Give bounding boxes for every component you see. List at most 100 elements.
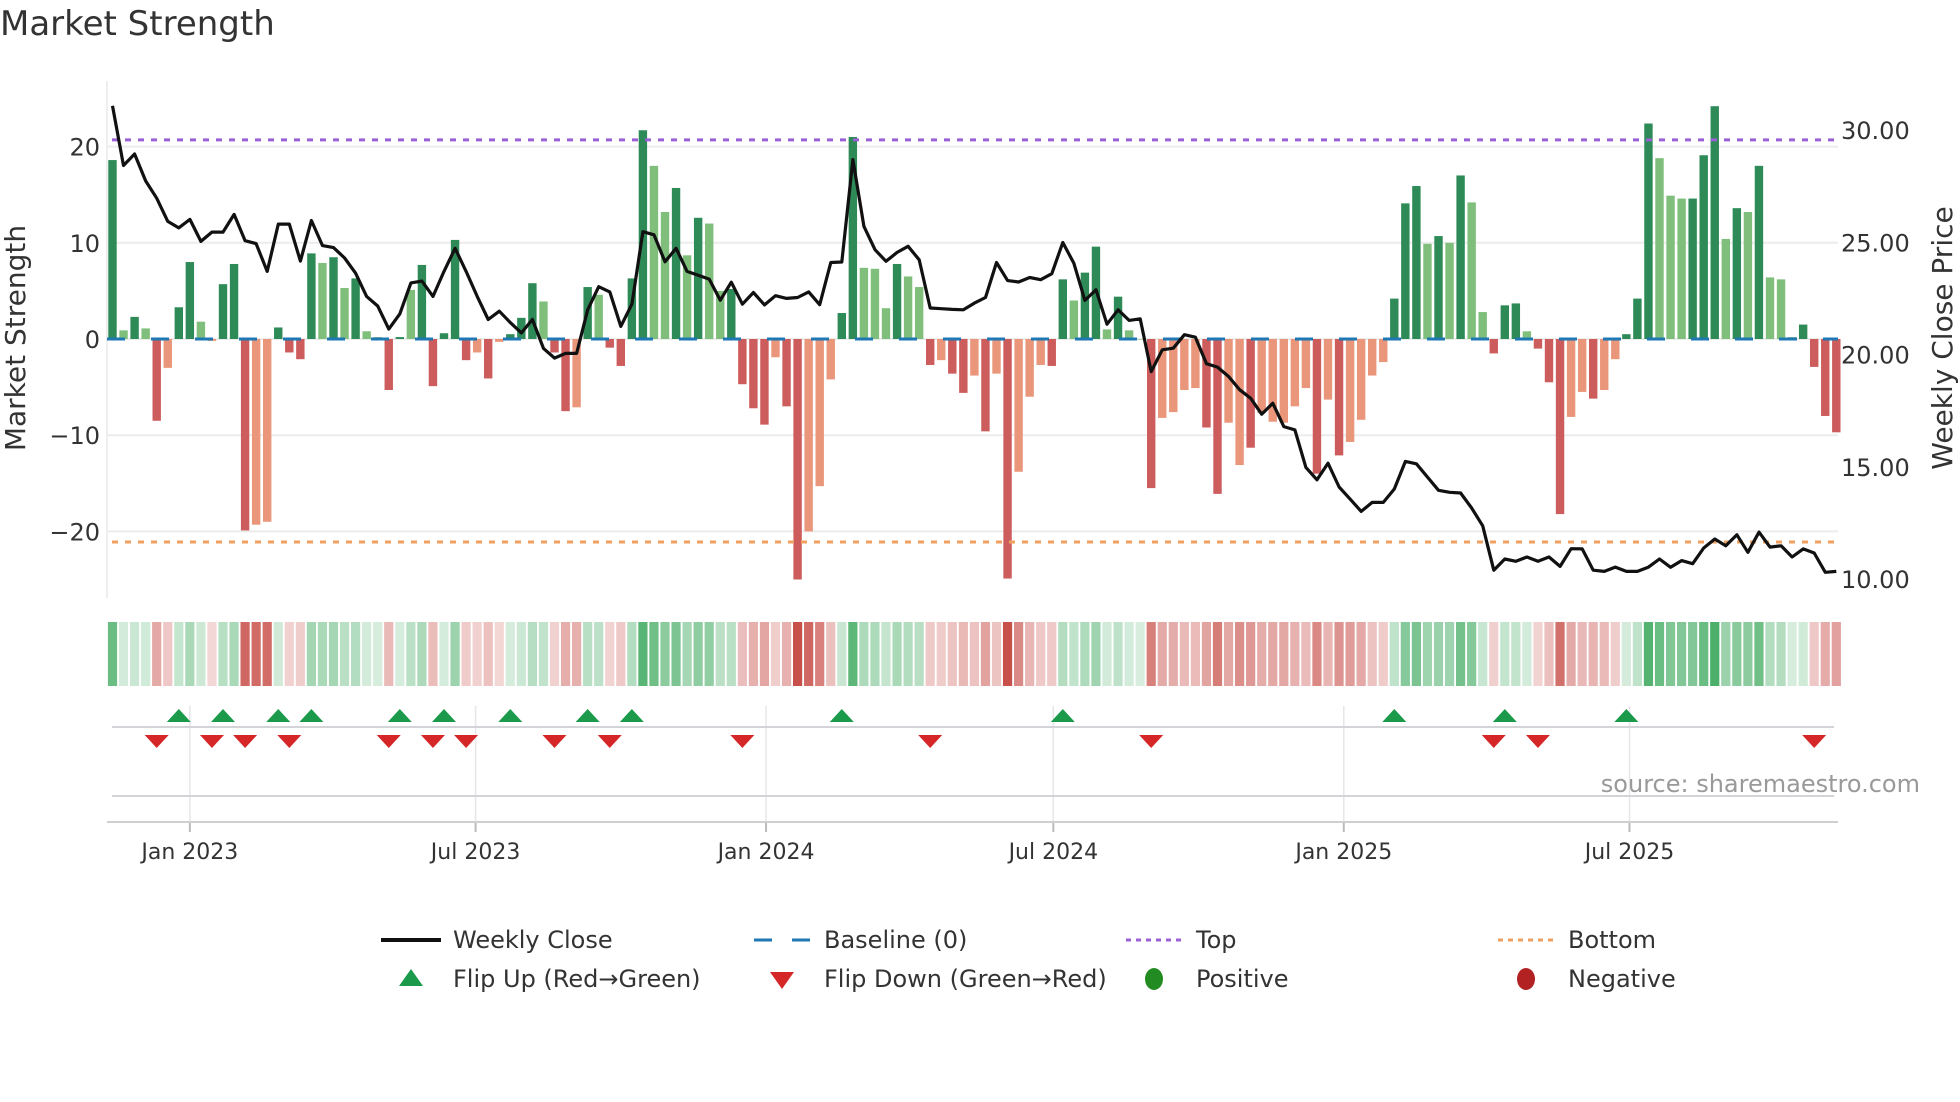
strength-bar — [561, 339, 570, 412]
strength-bar — [1754, 165, 1764, 339]
strip-cell — [1378, 622, 1388, 686]
strength-bar — [1202, 339, 1211, 428]
strip-cell — [1014, 622, 1024, 686]
strength-bar — [671, 187, 681, 339]
strip-cell — [848, 622, 858, 686]
strength-bar — [1832, 339, 1841, 433]
strip-cell — [516, 622, 526, 686]
strip-cell — [1555, 622, 1565, 686]
strip-cell — [1069, 622, 1079, 686]
strip-cell — [1058, 622, 1068, 686]
strip-cell — [1688, 622, 1698, 686]
strip-cell — [804, 622, 814, 686]
y-tick-label: −20 — [49, 518, 100, 546]
flip-up-marker — [575, 709, 600, 722]
strength-bar — [285, 339, 294, 353]
flip-down-marker — [420, 735, 445, 748]
flip-down-marker — [454, 735, 479, 748]
strength-bar — [1379, 339, 1388, 363]
strength-bar — [981, 339, 990, 432]
strip-cell — [1433, 622, 1444, 686]
strip-cell — [826, 622, 836, 686]
strength-bar — [1577, 339, 1587, 392]
strip-cell — [1798, 622, 1808, 686]
strip-cell — [1710, 622, 1720, 686]
strip-cell — [627, 622, 637, 686]
strip-cell — [1345, 622, 1355, 686]
strength-bar — [1058, 279, 1067, 339]
strip-cell — [1577, 622, 1587, 686]
strip-cell — [196, 622, 206, 686]
strength-bar — [108, 160, 117, 339]
strip-cell — [1743, 622, 1753, 686]
strip-cell — [538, 622, 549, 686]
strip-cell — [1334, 622, 1344, 686]
strength-bar — [130, 316, 139, 339]
strip-cell — [1102, 622, 1112, 686]
strip-cell — [494, 622, 504, 686]
strip-cell — [1146, 622, 1156, 686]
strip-cell — [1002, 622, 1013, 686]
strip-cell — [1235, 622, 1245, 686]
strength-bar — [1611, 339, 1620, 360]
axes: 20 10 0 −10 −20 30.00 25.00 20.00 15.00 10.00 Mark… — [0, 117, 1959, 865]
strip-cell — [1223, 622, 1234, 686]
strength-bar — [881, 308, 891, 339]
strip-cell — [207, 622, 217, 686]
flip-down-marker — [730, 735, 755, 748]
strength-bar — [1345, 339, 1355, 442]
strip-cell — [759, 622, 770, 686]
strength-bar — [1445, 242, 1454, 339]
strip-cell — [262, 622, 272, 686]
strip-cell — [583, 622, 593, 686]
strength-bar — [1721, 238, 1730, 339]
strip-cell — [1356, 622, 1366, 686]
strength-bar — [1666, 195, 1675, 339]
strength-bar — [395, 337, 404, 339]
strip-cell — [1831, 622, 1841, 686]
strip-cell — [527, 622, 537, 686]
strength-bar — [218, 284, 228, 339]
flip-down-marker — [199, 735, 224, 748]
strip-cell — [1765, 622, 1775, 686]
strip-cell — [1787, 622, 1797, 686]
strip-cell — [1246, 622, 1256, 686]
flip-markers — [144, 709, 1827, 748]
strip-cell — [958, 622, 968, 686]
strength-bar — [660, 212, 670, 339]
strip-cell — [351, 622, 361, 686]
strength-bar — [296, 339, 305, 360]
strip-cell — [428, 622, 438, 686]
strip-cell — [1820, 622, 1830, 686]
strength-bar — [1489, 339, 1498, 354]
strength-bar — [948, 339, 957, 374]
strength-bar — [1511, 303, 1521, 339]
strength-bar — [1279, 339, 1288, 423]
strength-bar — [196, 321, 206, 339]
strength-bar — [815, 339, 824, 487]
strength-bar — [1765, 277, 1775, 339]
strip-cell — [1389, 622, 1399, 686]
flip-down-marker — [542, 735, 567, 748]
strength-bar — [959, 339, 968, 393]
strip-cell — [1036, 622, 1046, 686]
flip-up-marker — [387, 709, 412, 722]
strength-bar — [1025, 339, 1034, 397]
strip-cell — [1422, 622, 1433, 686]
strip-cell — [781, 622, 792, 686]
strength-bar — [1478, 312, 1487, 339]
strip-cell — [118, 622, 129, 686]
strength-bar — [1555, 339, 1565, 515]
strip-cell — [1201, 622, 1212, 686]
strip-cell — [1411, 622, 1421, 686]
strength-bar — [1257, 339, 1266, 414]
flip-down-marker — [376, 735, 401, 748]
strength-bar — [1677, 198, 1686, 339]
strength-bars — [108, 106, 1841, 580]
strip-cell — [1500, 622, 1510, 686]
strength-bar — [771, 339, 780, 358]
strip-cell — [616, 622, 626, 686]
strip-cell — [1257, 622, 1267, 686]
strength-bar — [859, 267, 869, 339]
strength-bar — [926, 339, 935, 365]
